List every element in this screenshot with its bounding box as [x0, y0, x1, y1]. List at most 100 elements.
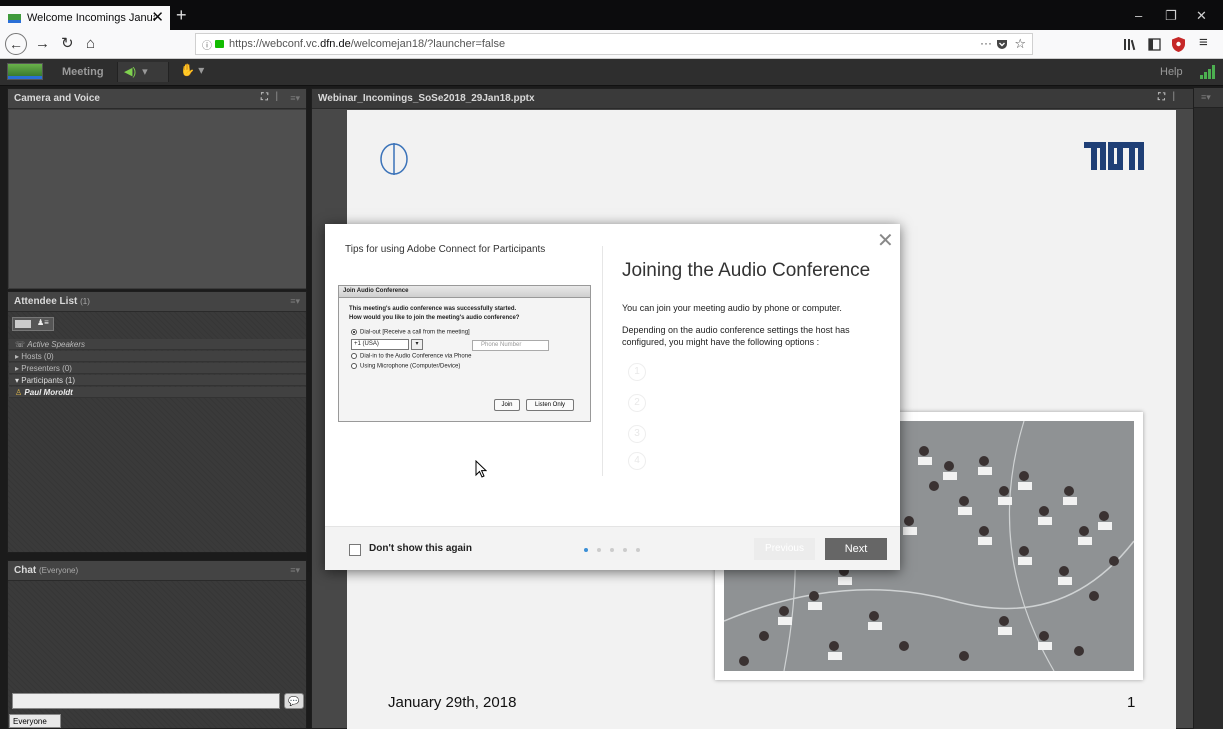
preview-listen-only-button: Listen Only [526, 399, 574, 411]
pod-menu-icon[interactable]: ≡▾ [290, 565, 300, 576]
list-item[interactable]: ▸ Presenters (0) [9, 363, 306, 374]
home-button[interactable]: ⌂ [86, 34, 95, 54]
lock-icon [215, 40, 224, 48]
dialog-title: Tips for using Adobe Connect for Partici… [345, 244, 546, 255]
slide-date: January 29th, 2018 [388, 694, 517, 711]
fullscreen-icon[interactable]: ⛶ [1158, 92, 1165, 103]
raise-hand-icon: ✋ [180, 63, 195, 77]
chat-pod: Chat (Everyone) ≡▾ 💬 Everyone [7, 560, 307, 729]
pagination-dot[interactable] [623, 548, 627, 552]
dont-show-checkbox[interactable] [349, 544, 361, 556]
preview-option-dialout: Dial-out [Receive a call from the meetin… [351, 329, 470, 336]
pod-title: Camera and Voice [14, 93, 100, 104]
tum-seal-logo [380, 143, 408, 175]
bookmark-star-icon[interactable]: ☆ [1014, 36, 1026, 52]
option-number: 2 [628, 394, 646, 412]
preview-country-select: +1 (USA) [351, 339, 409, 350]
preview-header: Join Audio Conference [339, 286, 590, 298]
slide-page-number: 1 [1127, 694, 1136, 711]
ublock-shield-icon[interactable] [1172, 37, 1185, 52]
chevron-down-icon[interactable]: ▾ [198, 63, 204, 77]
reload-icon: ↻ [61, 35, 74, 52]
page-actions-button[interactable]: ··· [980, 36, 992, 50]
pod-header: Webinar_Incomings_SoSe2018_29Jan18.pptx … [312, 89, 1193, 109]
previous-button[interactable]: Previous [754, 538, 815, 560]
pagination-dot[interactable] [636, 548, 640, 552]
pagination-dot[interactable] [610, 548, 614, 552]
pod-title: Attendee List [14, 296, 78, 307]
browser-tab[interactable]: Welcome Incomings January 2( ✕ [0, 6, 170, 30]
info-icon[interactable]: ⓘ [202, 37, 212, 52]
back-button[interactable]: ← [5, 33, 27, 55]
list-item[interactable]: ▸ Hosts (0) [9, 351, 306, 362]
pod-menu-icon[interactable]: ≡▾ [290, 296, 300, 307]
list-item[interactable]: ▾ Participants (1) [9, 375, 306, 386]
step-paragraph-2: Depending on the audio conference settin… [622, 325, 850, 347]
fullscreen-icon[interactable]: ⛶ [261, 92, 268, 103]
home-icon: ⌂ [86, 35, 96, 52]
preview-option-dialin: Dial-in to the Audio Conference via Phon… [351, 353, 471, 360]
pod-header: Chat (Everyone) ≡▾ [8, 561, 306, 581]
audio-conference-screenshot: Join Audio Conference This meeting's aud… [338, 285, 591, 422]
radio-selected-icon [351, 329, 357, 335]
radio-icon [351, 363, 357, 369]
pagination-dot[interactable] [597, 548, 601, 552]
list-view-icon[interactable] [15, 320, 31, 328]
user-icon: ♙ [15, 388, 25, 397]
chat-input[interactable] [12, 693, 280, 709]
camera-area [9, 110, 306, 288]
reload-button[interactable]: ↻ [61, 34, 74, 54]
mouse-cursor-icon [475, 460, 487, 478]
url-prefix: https://webconf.vc. [229, 38, 321, 50]
preview-option-mic: Using Microphone (Computer/Device) [351, 363, 460, 370]
tab-close-icon[interactable]: ✕ [151, 8, 164, 26]
close-icon[interactable]: ✕ [877, 228, 894, 253]
tips-dialog: ✕ Tips for using Adobe Connect for Parti… [325, 224, 900, 570]
raise-hand-button[interactable]: ✋ ▾ [180, 63, 204, 77]
forward-button[interactable]: → [35, 34, 50, 54]
new-tab-button[interactable]: + [176, 6, 187, 24]
speaker-icon: ◀) [124, 66, 137, 78]
hamburger-menu-icon[interactable]: ≡ [1199, 34, 1208, 51]
dialog-footer: Don't show this again Previous Next [325, 526, 900, 570]
pod-header: Attendee List (1) ≡▾ [8, 292, 306, 312]
right-pod-strip: ≡▾ [1194, 88, 1223, 729]
participant-row[interactable]: ♙ Paul Moroldt [9, 387, 306, 398]
forward-arrow-icon: → [35, 35, 50, 52]
list-item[interactable]: ☏ Active Speakers [9, 339, 306, 350]
audio-speaker-button[interactable]: ◀) ▾ [117, 62, 169, 82]
pod-header: ≡▾ [1194, 88, 1223, 108]
adobe-connect-favicon-icon [8, 13, 21, 23]
sort-view-icon[interactable]: ♟≡ [37, 318, 49, 327]
attendee-list-pod: Attendee List (1) ≡▾ ♟≡ ☏ Active Speaker… [7, 291, 307, 553]
pod-menu-icon[interactable]: ≡▾ [1201, 92, 1211, 103]
sidebar-icon[interactable] [1148, 38, 1161, 51]
address-bar[interactable]: ⓘ https://webconf.vc. dfn.de/welcomejan18… [195, 33, 1033, 55]
next-button[interactable]: Next [825, 538, 887, 560]
close-window-button[interactable]: ✕ [1196, 8, 1207, 24]
help-menu[interactable]: Help [1160, 66, 1183, 78]
chevron-down-icon[interactable]: ▾ [142, 66, 148, 78]
url-domain: dfn.de [320, 38, 351, 50]
chat-scope: (Everyone) [39, 566, 79, 575]
url-suffix: /welcomejan18/?launcher=false [350, 38, 506, 50]
dont-show-label[interactable]: Don't show this again [369, 543, 472, 554]
preview-phone-input: Phone Number [472, 340, 549, 351]
pocket-icon[interactable] [996, 38, 1008, 50]
view-toggle[interactable]: ♟≡ [12, 317, 54, 331]
pod-separator: | [275, 91, 278, 102]
minimize-window-button[interactable]: – [1135, 8, 1142, 23]
pagination-dot[interactable] [584, 548, 588, 552]
back-arrow-icon: ← [9, 36, 23, 52]
pod-header: Camera and Voice ⛶ | ≡▾ [8, 89, 306, 109]
chat-tab-everyone[interactable]: Everyone [9, 714, 61, 728]
send-message-button[interactable]: 💬 [284, 693, 304, 709]
adobe-connect-menu-bar: Meeting ◀) ▾ ✋ ▾ Help [0, 59, 1223, 86]
maximize-window-button[interactable]: ❐ [1165, 8, 1177, 24]
meeting-menu[interactable]: Meeting [62, 66, 104, 78]
chevron-down-icon: ▾ [411, 339, 423, 350]
pod-menu-icon[interactable]: ≡▾ [290, 93, 300, 104]
option-number: 3 [628, 425, 646, 443]
library-icon[interactable] [1123, 38, 1137, 51]
adobe-connect-logo [7, 63, 43, 80]
